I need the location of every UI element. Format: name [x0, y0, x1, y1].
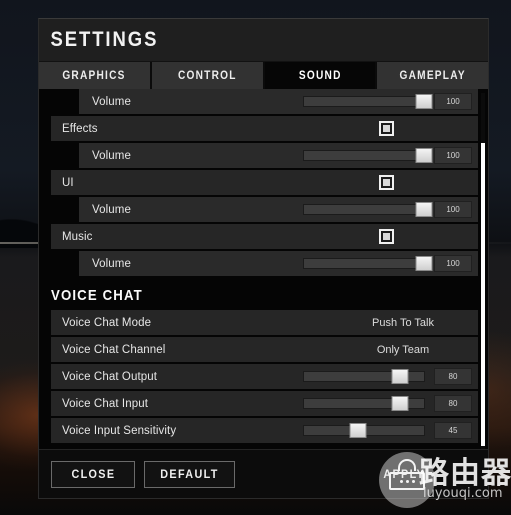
slider-value: 80 — [434, 395, 472, 412]
setting-row-voice-chat-channel[interactable]: Voice Chat Channel Only Team — [51, 337, 478, 362]
slider-thumb[interactable] — [349, 423, 367, 438]
slider-value: 80 — [434, 368, 472, 385]
setting-label: UI — [62, 176, 74, 189]
slider-voice-chat-input[interactable] — [303, 396, 425, 411]
setting-label: Effects — [62, 122, 98, 135]
default-button-label: DEFAULT — [160, 467, 219, 481]
close-button[interactable]: CLOSE — [51, 460, 135, 488]
scrollbar-track[interactable] — [481, 93, 485, 449]
slider-thumb[interactable] — [415, 94, 433, 109]
setting-label: Volume — [92, 149, 131, 162]
setting-label: Voice Chat Mode — [62, 316, 152, 329]
slider-thumb[interactable] — [415, 202, 433, 217]
setting-label: Voice Chat Input — [62, 397, 148, 410]
setting-row-voice-input-sensitivity[interactable]: Voice Input Sensitivity 45 — [51, 418, 478, 443]
apply-button[interactable]: APPLY — [362, 461, 446, 488]
setting-row-voice-chat-output[interactable]: Voice Chat Output 80 — [51, 364, 478, 389]
slider-thumb[interactable] — [391, 396, 409, 411]
tab-bar: GRAPHICS CONTROL SOUND GAMEPLAY — [39, 62, 488, 89]
checkbox-check-icon — [383, 233, 390, 240]
slider-value: 100 — [434, 255, 472, 272]
dialog-footer: CLOSE DEFAULT APPLY — [39, 449, 488, 498]
tab-control[interactable]: CONTROL — [151, 62, 265, 89]
settings-scroll-area: Volume 100 Effects Volume 100 UI Volume 100 Musi… — [39, 89, 488, 449]
slider-volume[interactable] — [303, 148, 433, 163]
setting-row-volume[interactable]: Volume 100 — [79, 143, 478, 168]
tab-sound[interactable]: SOUND — [264, 62, 378, 89]
slider-volume[interactable] — [303, 94, 433, 109]
slider-volume[interactable] — [303, 256, 433, 271]
setting-row-music[interactable]: Music — [51, 224, 478, 249]
settings-row-list: Volume 100 Effects Volume 100 UI Volume 100 Musi… — [39, 89, 488, 445]
setting-row-voice-chat-input[interactable]: Voice Chat Input 80 — [51, 391, 478, 416]
setting-row-volume[interactable]: Volume 100 — [79, 251, 478, 276]
setting-row-voice-chat-mode[interactable]: Voice Chat Mode Push To Talk — [51, 310, 478, 335]
slider-value: 100 — [434, 201, 472, 218]
section-heading-voice-chat: VOICE CHAT — [51, 287, 488, 304]
scrollbar-thumb[interactable] — [481, 143, 485, 446]
tab-gameplay[interactable]: GAMEPLAY — [377, 62, 488, 89]
slider-voice-input-sensitivity[interactable] — [303, 423, 425, 438]
checkbox-effects[interactable] — [379, 121, 394, 136]
tab-label: GAMEPLAY — [399, 69, 466, 82]
slider-value: 45 — [434, 422, 472, 439]
slider-thumb[interactable] — [415, 148, 433, 163]
slider-value: 100 — [434, 147, 472, 164]
default-button[interactable]: DEFAULT — [144, 460, 235, 488]
setting-value: Only Team — [376, 343, 430, 356]
tab-label: SOUND — [298, 69, 342, 82]
tab-graphics[interactable]: GRAPHICS — [39, 62, 152, 89]
tab-label: GRAPHICS — [62, 69, 127, 82]
setting-row-volume[interactable]: Volume 100 — [79, 197, 478, 222]
setting-label: Voice Chat Channel — [62, 343, 166, 356]
setting-value: Push To Talk — [372, 316, 434, 329]
close-button-label: CLOSE — [71, 467, 115, 481]
checkbox-music[interactable] — [379, 229, 394, 244]
setting-label: Volume — [92, 203, 131, 216]
slider-voice-chat-output[interactable] — [303, 369, 425, 384]
setting-row-volume[interactable]: Volume 100 — [79, 89, 478, 114]
setting-label: Music — [62, 230, 93, 243]
settings-dialog: SETTINGS GRAPHICS CONTROL SOUND GAMEPLAY Vo… — [38, 18, 489, 499]
slider-value: 100 — [434, 93, 472, 110]
setting-row-ui[interactable]: UI — [51, 170, 478, 195]
tab-label: CONTROL — [177, 69, 237, 82]
setting-row-effects[interactable]: Effects — [51, 116, 478, 141]
setting-label: Voice Input Sensitivity — [62, 424, 177, 437]
setting-label: Volume — [92, 257, 131, 270]
dialog-titlebar: SETTINGS — [39, 19, 488, 62]
slider-thumb[interactable] — [415, 256, 433, 271]
section-heading-label: VOICE CHAT — [51, 287, 143, 304]
checkbox-check-icon — [383, 179, 390, 186]
checkbox-check-icon — [383, 125, 390, 132]
slider-thumb[interactable] — [391, 369, 409, 384]
page-title: SETTINGS — [50, 28, 159, 51]
setting-label: Volume — [92, 95, 131, 108]
checkbox-ui[interactable] — [379, 175, 394, 190]
slider-volume[interactable] — [303, 202, 433, 217]
setting-label: Voice Chat Output — [62, 370, 158, 383]
apply-button-label: APPLY — [383, 467, 425, 481]
